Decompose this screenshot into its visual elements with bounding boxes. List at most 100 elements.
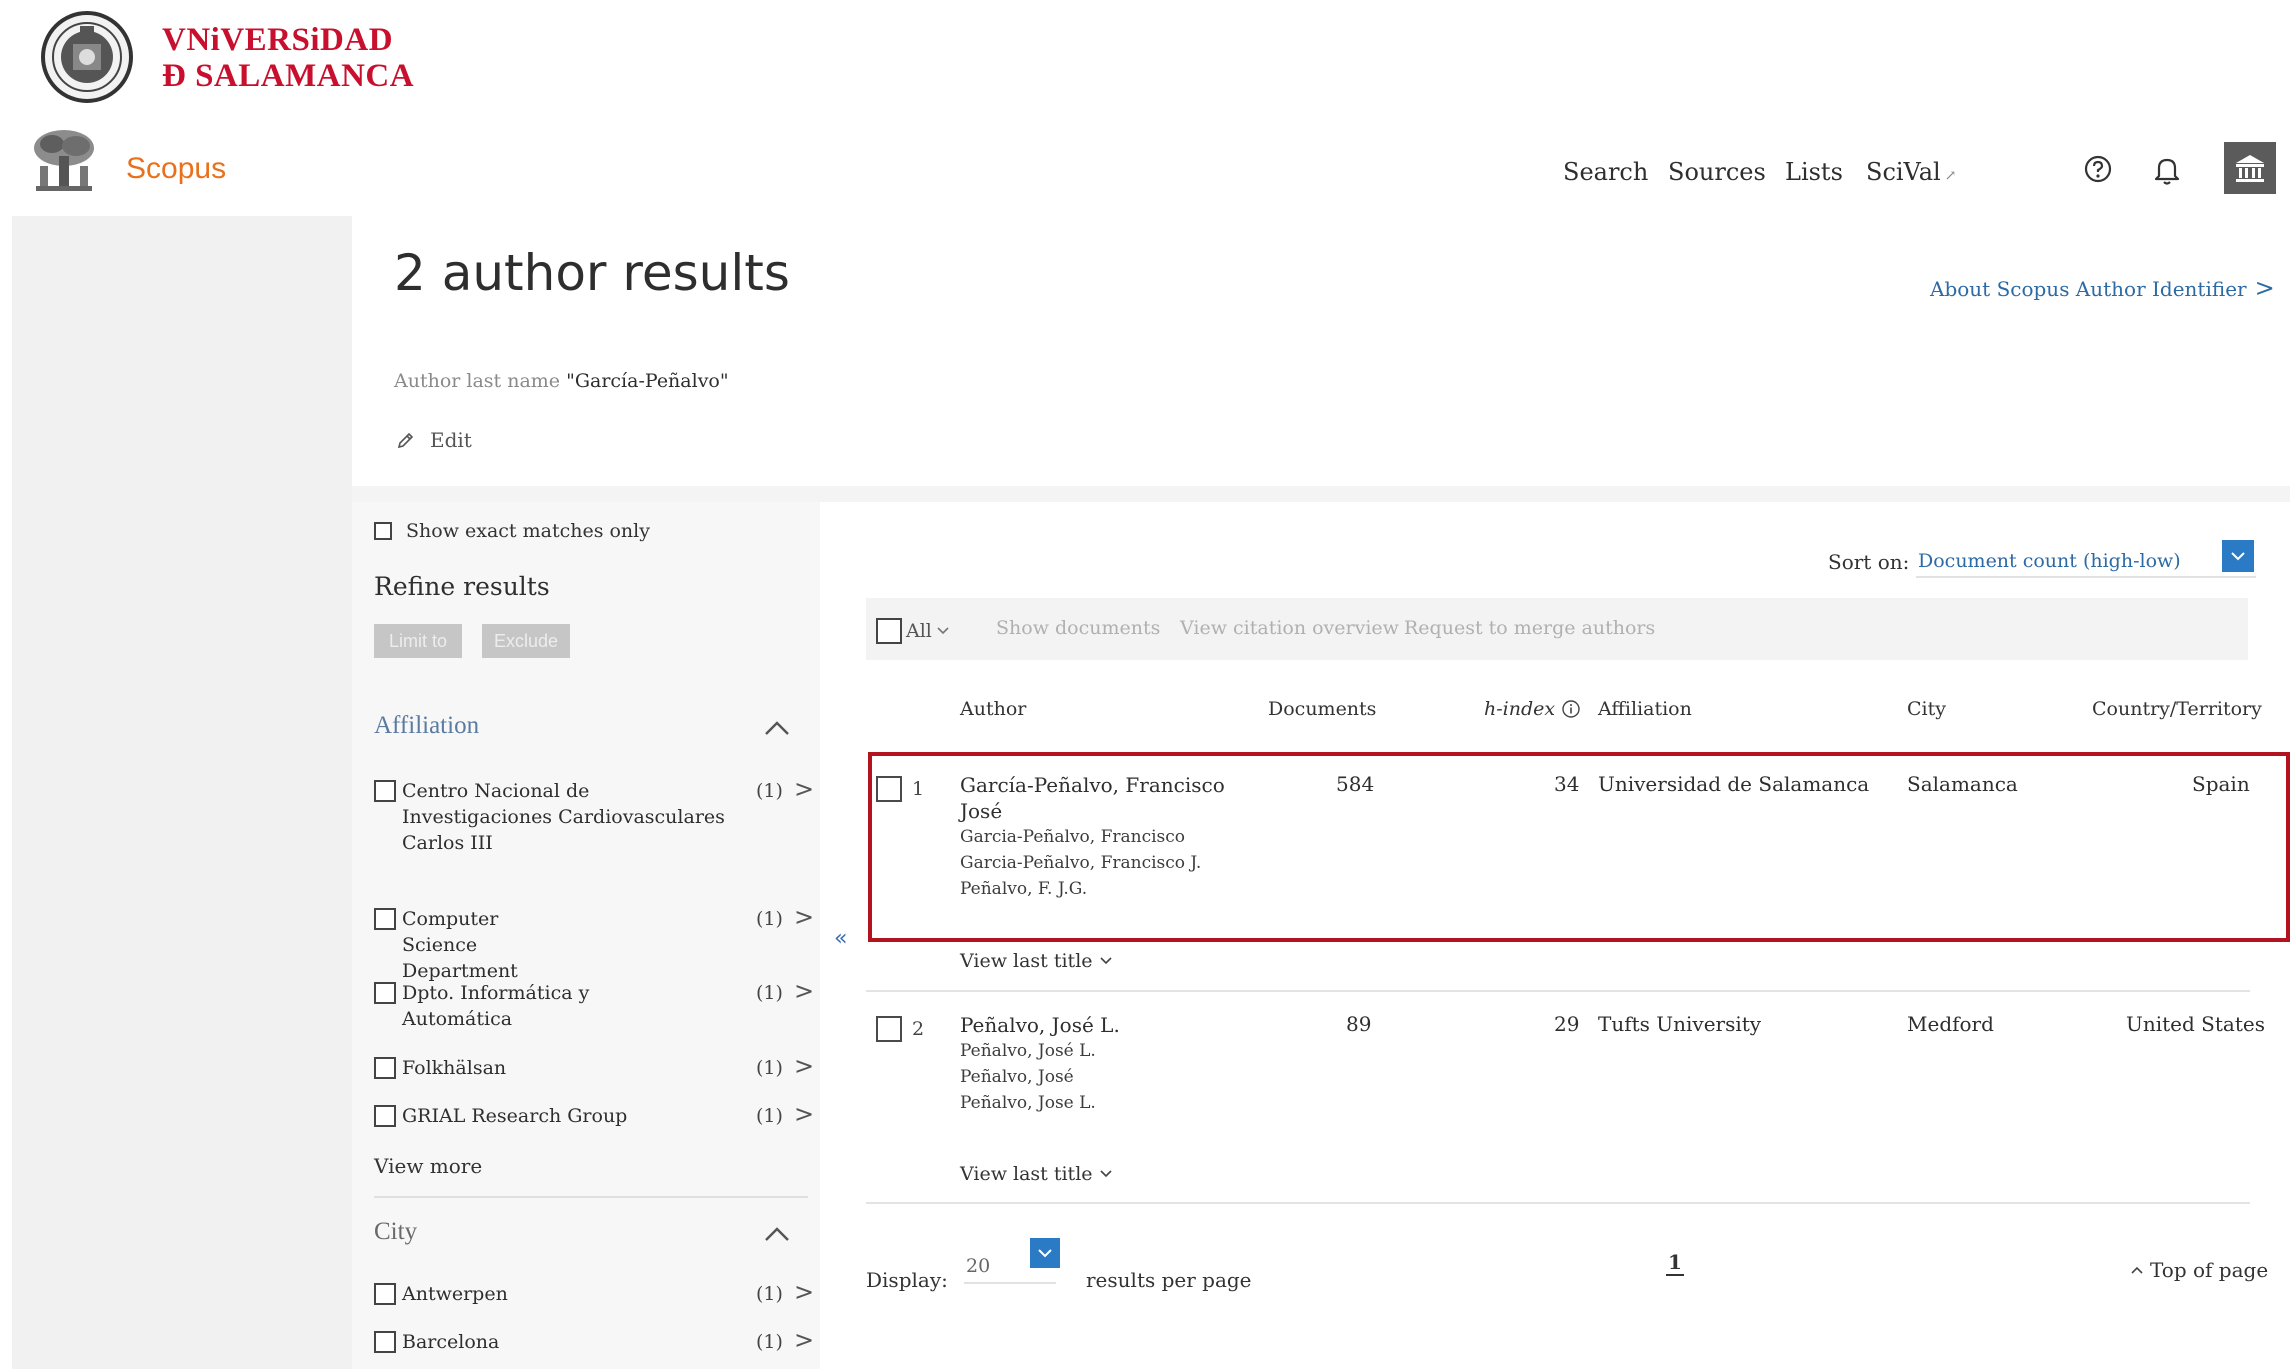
facet-item-city[interactable]: Barcelona (1) > [374, 1327, 814, 1355]
facet-item-label: Centro Nacional de Investigaciones Cardi… [402, 780, 725, 854]
chevron-right-icon[interactable]: > [794, 776, 814, 802]
column-header-hindex[interactable]: h-index [1484, 698, 1581, 720]
hindex-value: 34 [1554, 772, 1580, 796]
hindex-label: h-index [1484, 698, 1556, 720]
affiliation-facet-heading[interactable]: Affiliation [374, 712, 479, 740]
chevron-right-icon[interactable]: > [794, 978, 814, 1004]
facet-item-affiliation[interactable]: Centro Nacional de Investigaciones Cardi… [374, 776, 814, 856]
documents-count[interactable]: 89 [1346, 1012, 1371, 1036]
name-variant: Peñalvo, F. J.G. [960, 879, 1088, 899]
column-header-country[interactable]: Country/Territory [2092, 698, 2262, 720]
facet-checkbox[interactable] [374, 908, 396, 930]
help-icon[interactable] [2083, 154, 2113, 184]
row-checkbox[interactable] [876, 776, 902, 802]
chevron-right-icon[interactable]: > [794, 1101, 814, 1127]
chevron-right-icon[interactable]: > [794, 1279, 814, 1305]
elsevier-tree-logo-icon[interactable] [28, 128, 100, 194]
city-facet-heading[interactable]: City [374, 1218, 417, 1246]
pencil-icon [397, 432, 414, 449]
sort-dropdown-button[interactable] [2222, 540, 2254, 572]
chevron-up-icon [2131, 1266, 2143, 1274]
facet-item-count: (1) [756, 908, 783, 930]
nav-sources-link[interactable]: Sources [1668, 158, 1766, 186]
exact-matches-checkbox[interactable] [374, 522, 392, 540]
column-header-documents[interactable]: Documents [1268, 698, 1376, 720]
country-value: United States [2126, 1012, 2265, 1036]
results-per-page-dropdown[interactable] [1030, 1238, 1060, 1268]
facet-item-affiliation[interactable]: GRIAL Research Group (1) > [374, 1101, 814, 1129]
show-documents-link[interactable]: Show documents [996, 617, 1160, 639]
info-icon[interactable] [1561, 699, 1581, 719]
collapse-panel-icon[interactable]: « [834, 926, 847, 951]
facet-item-count: (1) [756, 1105, 783, 1127]
nav-scival-label: SciVal [1866, 158, 1941, 186]
view-citation-overview-link[interactable]: View citation overview [1180, 617, 1399, 639]
nav-scival-link[interactable]: SciVal ↗ [1866, 158, 1956, 186]
select-all-label: All [906, 620, 932, 642]
chevron-up-icon[interactable] [762, 718, 792, 738]
chevron-right-icon[interactable]: > [794, 1053, 814, 1079]
facet-item-affiliation[interactable]: Computer Science Department (1) > [374, 904, 814, 984]
nav-search-link[interactable]: Search [1563, 158, 1648, 186]
facet-item-label: Dpto. Informática y Automática [402, 982, 590, 1030]
facet-item-city[interactable]: Antwerpen (1) > [374, 1279, 814, 1307]
chevron-right-icon[interactable]: > [794, 1327, 814, 1353]
limit-to-button[interactable]: Limit to [374, 624, 462, 658]
chevron-down-icon [1099, 1170, 1112, 1178]
bell-icon[interactable] [2152, 154, 2182, 186]
country-value: Spain [2192, 772, 2250, 796]
query-value: "García-Peñalvo" [566, 370, 729, 392]
view-last-title-toggle[interactable]: View last title [960, 950, 1113, 972]
facet-item-affiliation[interactable]: Dpto. Informática y Automática (1) > [374, 978, 814, 1032]
edit-search-link[interactable]: Edit [396, 428, 472, 452]
exact-matches-toggle[interactable]: Show exact matches only [374, 520, 650, 542]
view-last-title-toggle[interactable]: View last title [960, 1163, 1113, 1185]
facet-item-affiliation[interactable]: Folkhälsan (1) > [374, 1053, 814, 1081]
top-of-page-link[interactable]: Top of page [2130, 1258, 2268, 1282]
facet-checkbox[interactable] [374, 780, 396, 802]
view-last-title-label: View last title [960, 950, 1093, 972]
city-value: Salamanca [1907, 772, 2018, 796]
nav-lists-link[interactable]: Lists [1785, 158, 1843, 186]
facet-item-label: Folkhälsan [402, 1057, 507, 1079]
facet-checkbox[interactable] [374, 1331, 396, 1353]
request-merge-authors-link[interactable]: Request to merge authors [1404, 617, 1655, 639]
author-name-line: José [960, 799, 1003, 823]
chevron-down-icon[interactable] [936, 626, 950, 636]
university-name-line1: VNiVERSiDAD [162, 22, 394, 58]
column-header-affiliation[interactable]: Affiliation [1598, 698, 1692, 720]
row-checkbox[interactable] [876, 1016, 902, 1042]
author-name-link[interactable]: García-Peñalvo, Francisco José [960, 772, 1225, 824]
page-title: 2 author results [394, 244, 790, 302]
university-name: VNiVERSiDAD Ð SALAMANCA [162, 22, 414, 94]
page-number-current[interactable]: 1 [1666, 1250, 1684, 1276]
chevron-down-icon [1099, 957, 1112, 965]
facet-checkbox[interactable] [374, 1057, 396, 1079]
institution-button[interactable] [2224, 142, 2276, 194]
column-header-city[interactable]: City [1907, 698, 1946, 720]
select-all-checkbox[interactable] [876, 618, 902, 644]
chevron-right-icon[interactable]: > [794, 904, 814, 930]
about-author-identifier-link[interactable]: About Scopus Author Identifier > [1930, 274, 2275, 302]
author-result-2: Peñalvo, José L. Peñalvo, José L. Peñalv… [960, 1012, 1120, 1116]
column-header-author[interactable]: Author [960, 698, 1026, 720]
name-variant: Peñalvo, José [960, 1067, 1074, 1087]
facet-checkbox[interactable] [374, 982, 396, 1004]
scopus-brand-link[interactable]: Scopus [126, 152, 226, 186]
chevron-up-icon[interactable] [762, 1224, 792, 1244]
facet-checkbox[interactable] [374, 1105, 396, 1127]
documents-count[interactable]: 584 [1336, 772, 1374, 796]
author-name-link[interactable]: Peñalvo, José L. [960, 1012, 1120, 1038]
facet-checkbox[interactable] [374, 1283, 396, 1305]
facet-item-count: (1) [756, 1331, 783, 1353]
facet-item-label: Antwerpen [402, 1283, 508, 1305]
view-more-link[interactable]: View more [374, 1154, 482, 1178]
top-of-page-label: Top of page [2150, 1258, 2269, 1282]
name-variant: Garcia-Peñalvo, Francisco [960, 827, 1186, 847]
exclude-button[interactable]: Exclude [482, 624, 570, 658]
select-all-control[interactable]: All [876, 618, 950, 644]
facet-item-count: (1) [756, 1057, 783, 1079]
facet-item-count: (1) [756, 780, 783, 802]
university-seal-icon [41, 11, 133, 103]
sort-select[interactable]: Document count (high-low) [1916, 542, 2256, 578]
